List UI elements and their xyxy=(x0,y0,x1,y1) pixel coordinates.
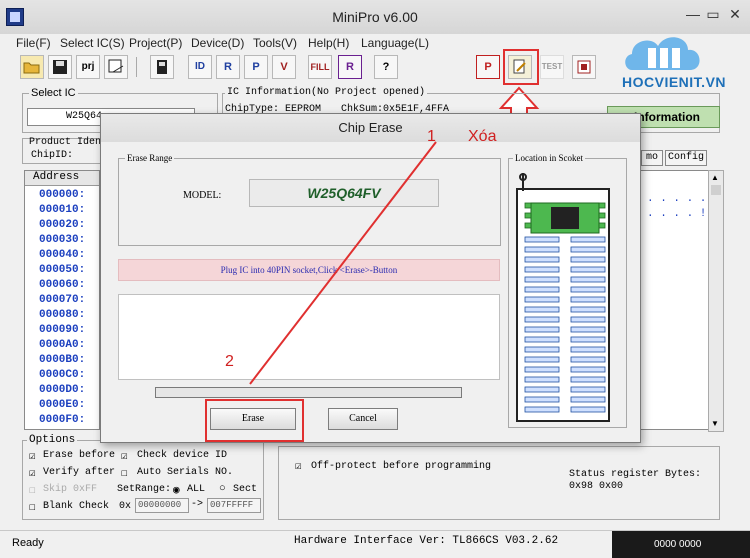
erase-button-highlight-box xyxy=(205,399,304,442)
model-label: MODEL: xyxy=(183,190,222,201)
status-bar: Ready Hardware Interface Ver: TL866CS V0… xyxy=(0,530,750,558)
skip-0xff-label: Skip 0xFF xyxy=(43,484,98,495)
menu-tools[interactable]: Tools(V) xyxy=(253,36,297,50)
status-register-label: Status register Bytes: xyxy=(569,469,702,480)
demo-button[interactable]: mo xyxy=(641,150,663,166)
erase-progress-bar xyxy=(155,387,462,398)
chip-icon[interactable] xyxy=(150,55,174,79)
program-icon[interactable]: P xyxy=(244,55,268,79)
options-label: Options xyxy=(27,434,78,446)
status-register-value: 0x98 0x00 xyxy=(569,481,624,492)
save-icon[interactable] xyxy=(48,55,72,79)
address-row: 0000A0: xyxy=(39,339,86,351)
address-row: 0000B0: xyxy=(39,354,86,366)
annotation-step-1: 1 xyxy=(427,128,436,145)
program-options-group: ☑ Off-protect before programming Status … xyxy=(278,446,720,520)
register-icon[interactable]: R xyxy=(338,55,362,79)
off-protect-checkbox[interactable]: ☑ xyxy=(295,459,302,473)
toolbar-separator xyxy=(136,57,137,77)
socket-location-label: Location in Scoket xyxy=(513,153,585,163)
scroll-down-icon[interactable]: ▼ xyxy=(711,419,719,428)
address-row: 000080: xyxy=(39,309,86,321)
protect-icon[interactable]: P xyxy=(476,55,500,79)
menu-device[interactable]: Device(D) xyxy=(191,36,244,50)
address-row: 000090: xyxy=(39,324,86,336)
check-device-id-checkbox[interactable]: ☑ xyxy=(121,449,128,463)
menu-select-ic[interactable]: Select IC(S) xyxy=(60,36,125,50)
erase-range-label: Erase Range xyxy=(125,153,175,163)
scroll-thumb[interactable] xyxy=(711,185,721,195)
project-icon[interactable]: prj xyxy=(76,55,100,79)
address-row: 000000: xyxy=(39,189,86,201)
status-ready: Ready xyxy=(12,537,44,549)
address-row: 000070: xyxy=(39,294,86,306)
range-to-field[interactable]: 007FFFFF xyxy=(207,498,261,513)
annotation-step-2: 2 xyxy=(225,353,234,370)
menu-help[interactable]: Help(H) xyxy=(308,36,349,50)
config-button[interactable]: Config xyxy=(665,150,707,166)
auto-serials-label: Auto Serials NO. xyxy=(137,467,234,478)
product-id-label: Product Iden xyxy=(29,137,102,148)
range-all-label: ALL xyxy=(187,484,206,495)
address-panel: Address 000000: 000010: 000020: 000030: … xyxy=(24,170,100,430)
menu-project[interactable]: Project(P) xyxy=(129,36,182,50)
address-row: 0000E0: xyxy=(39,399,86,411)
range-arrow: -> xyxy=(191,499,204,510)
address-header: Address xyxy=(25,171,99,186)
off-protect-label: Off-protect before programming xyxy=(311,461,492,472)
annotation-line xyxy=(249,141,437,385)
hex-prefix-label: 0x xyxy=(119,501,132,512)
range-all-radio[interactable]: ◉ xyxy=(173,483,180,497)
menu-language[interactable]: Language(L) xyxy=(361,36,429,50)
hardware-version: Hardware Interface Ver: TL866CS V03.2.62 xyxy=(294,535,559,547)
erase-before-checkbox[interactable]: ☑ xyxy=(29,449,36,463)
range-sect-label: Sect xyxy=(233,484,258,495)
help-icon[interactable]: ? xyxy=(374,55,398,79)
socket-location-group: Location in Scoket xyxy=(508,153,627,428)
erase-highlight-box xyxy=(503,49,539,85)
address-row: 000060: xyxy=(39,279,86,291)
fill-icon[interactable]: FILL xyxy=(308,55,332,79)
options-group: Options ☑ Erase before ☑ Check device ID… xyxy=(22,434,264,520)
read-icon[interactable]: R xyxy=(216,55,240,79)
blank-check-checkbox[interactable]: ☐ xyxy=(29,500,36,514)
hex-dots: . . . . . xyxy=(647,193,707,205)
read-id-icon[interactable]: ID xyxy=(188,55,212,79)
product-id-group: Product Iden ChipID: xyxy=(22,137,102,164)
verify-icon[interactable]: V xyxy=(272,55,296,79)
address-row: 0000C0: xyxy=(39,369,86,381)
check-device-id-label: Check device ID xyxy=(137,450,228,461)
scroll-up-icon[interactable]: ▲ xyxy=(711,173,719,182)
save-project-icon[interactable] xyxy=(104,55,128,79)
verify-after-checkbox[interactable]: ☑ xyxy=(29,466,36,480)
erase-before-label: Erase before xyxy=(43,450,116,461)
zif-socket-icon xyxy=(516,173,610,422)
test-icon[interactable]: TEST xyxy=(540,55,564,79)
annotation-xoa: Xóa xyxy=(468,128,497,145)
status-counter: 0000 0000 xyxy=(612,531,750,558)
logic-chip-icon[interactable] xyxy=(572,55,596,79)
blank-check-label: Blank Check xyxy=(43,501,110,512)
address-row: 0000D0: xyxy=(39,384,86,396)
address-row: 000050: xyxy=(39,264,86,276)
ic-information-label: IC Information(No Project opened) xyxy=(225,87,428,98)
range-sect-radio[interactable]: ○ xyxy=(219,483,226,495)
logo-text: HOCVIENIT.VN xyxy=(622,74,727,90)
skip-0xff-checkbox[interactable]: ☐ xyxy=(29,483,36,497)
chip-id-label: ChipID: xyxy=(31,150,74,161)
range-from-field[interactable]: 00000000 xyxy=(135,498,189,513)
select-ic-label: Select IC xyxy=(29,87,78,99)
address-row: 000020: xyxy=(39,219,86,231)
open-folder-icon[interactable] xyxy=(20,55,44,79)
menu-file[interactable]: File(F) xyxy=(16,36,51,50)
address-row: 000040: xyxy=(39,249,86,261)
cancel-button[interactable]: Cancel xyxy=(328,408,398,430)
vertical-scrollbar[interactable]: ▲ ▼ xyxy=(708,170,724,432)
address-row: 000010: xyxy=(39,204,86,216)
verify-after-label: Verify after xyxy=(43,467,116,478)
set-range-label: SetRange: xyxy=(117,484,172,495)
auto-serials-checkbox[interactable]: ☐ xyxy=(121,466,128,480)
address-row: 000030: xyxy=(39,234,86,246)
address-row: 0000F0: xyxy=(39,414,86,426)
